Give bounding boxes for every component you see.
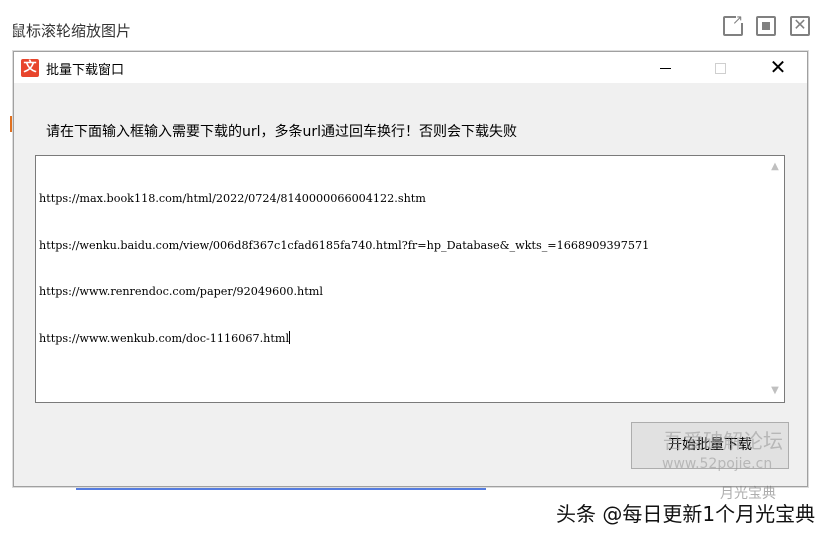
url-line: https://wenku.baidu.com/view/006d8f367c1… xyxy=(39,238,650,252)
url-line-text: https://www.wenkub.com/doc-1116067.html xyxy=(39,331,290,345)
viewer-title: 鼠标滚轮缩放图片 xyxy=(11,22,132,40)
scroll-up-icon[interactable]: ▲ xyxy=(768,161,782,173)
vertical-scrollbar[interactable]: ▲ ▼ xyxy=(765,156,784,402)
minimize-button[interactable] xyxy=(642,52,688,83)
forum-watermark: 吾爱破解论坛 xyxy=(663,429,783,453)
url-line: https://www.renrendoc.com/paper/92049600… xyxy=(39,285,323,298)
close-button[interactable]: ✕ xyxy=(755,52,801,83)
scroll-down-icon[interactable]: ▼ xyxy=(768,385,782,397)
maximize-icon[interactable] xyxy=(756,16,776,36)
forum-url-watermark: www.52pojie.cn xyxy=(662,456,773,472)
screenshot-stage: 鼠标滚轮缩放图片 ↗ ✕ 文 批量下载窗口 ✕ 请在下面输入框输入需要下载的ur… xyxy=(0,0,825,536)
dialog-titlebar[interactable]: 文 批量下载窗口 ✕ xyxy=(14,52,807,83)
source-watermark: 头条 @每日更新1个月光宝典 xyxy=(556,502,816,526)
minimize-icon xyxy=(659,68,671,69)
batch-download-dialog: 文 批量下载窗口 ✕ 请在下面输入框输入需要下载的url，多条url通过回车换行… xyxy=(13,51,808,487)
dialog-title: 批量下载窗口 xyxy=(46,63,125,78)
maximize-icon xyxy=(714,63,726,74)
url-line-last: https://www.wenkub.com/doc-1116067.html xyxy=(39,330,764,347)
app-logo-icon: 文 xyxy=(21,59,39,77)
maximize-button[interactable] xyxy=(697,52,743,83)
instruction-text: 请在下面输入框输入需要下载的url，多条url通过回车换行！否则会下载失败 xyxy=(46,124,518,140)
external-link-icon[interactable]: ↗ xyxy=(723,14,745,36)
close-icon[interactable]: ✕ xyxy=(790,16,810,36)
url-textarea[interactable]: https://max.book118.com/html/2022/0724/8… xyxy=(35,155,785,403)
text-caret xyxy=(289,330,291,344)
url-line: https://max.book118.com/html/2022/0724/8… xyxy=(39,192,426,205)
url-list: https://max.book118.com/html/2022/0724/8… xyxy=(39,160,764,377)
